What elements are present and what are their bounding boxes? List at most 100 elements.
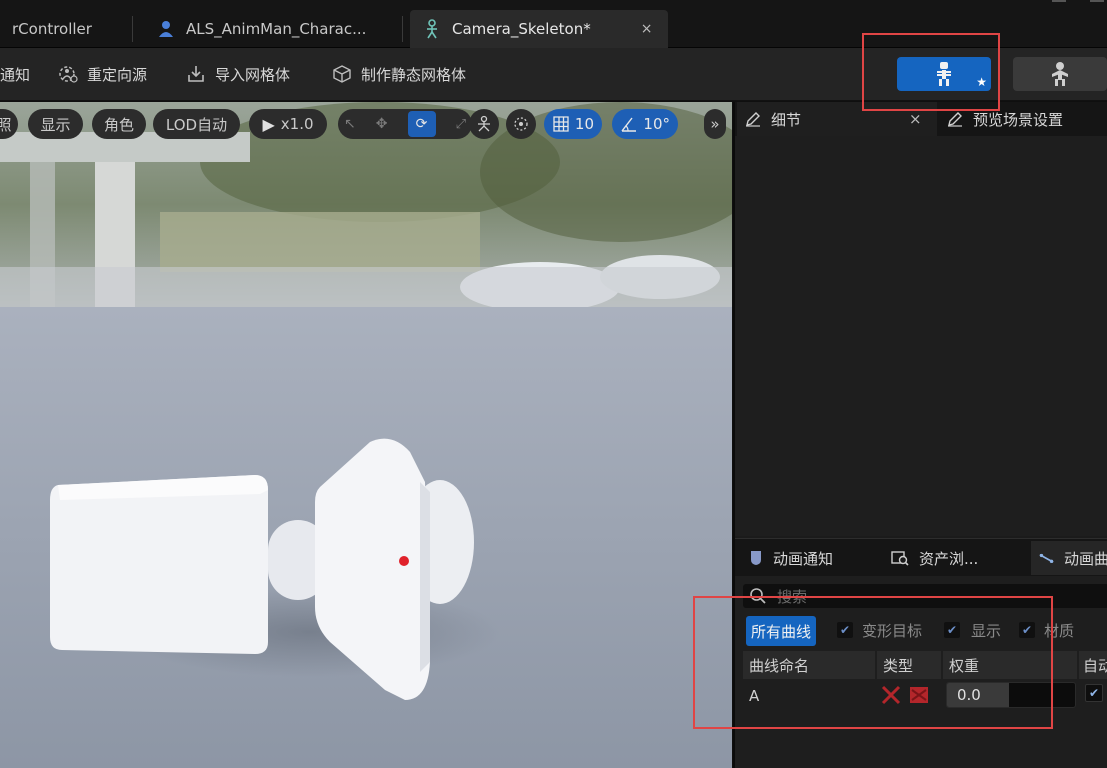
angle-snap-toggle[interactable]: 10°: [612, 109, 678, 139]
filter-morph-label: 变形目标: [862, 622, 923, 640]
import-mesh-label: 导入网格体: [215, 65, 291, 84]
surface-snap-button[interactable]: [506, 109, 536, 139]
close-icon[interactable]: ×: [909, 110, 922, 128]
weight-value: 0.0: [957, 686, 981, 704]
rotate-icon[interactable]: ⟳: [407, 111, 436, 137]
filter-morph-checkbox[interactable]: ✔: [837, 622, 853, 638]
move-icon[interactable]: ✥: [376, 116, 388, 132]
curve-icon: [1039, 553, 1054, 563]
retarget-source-button[interactable]: 重定向源: [58, 61, 147, 87]
lod-label: LOD自动: [165, 115, 228, 134]
curve-name: A: [749, 687, 760, 705]
skeletal-mesh-icon: [1052, 62, 1068, 86]
coordinate-space-button[interactable]: [469, 109, 499, 139]
details-tab-strip: 细节 × 预览场景设置: [735, 102, 1107, 136]
checkmark-icon: ✔: [1088, 686, 1100, 700]
search-box[interactable]: 搜索: [743, 584, 1107, 608]
character-menu-button[interactable]: 角色: [92, 109, 146, 139]
show-label: 显示: [40, 115, 71, 134]
angle-icon: [621, 117, 636, 132]
anim-notify-tab-label: 动画通知: [773, 549, 834, 568]
transform-tools-group: ↖ ✥ ⟳ ⤢: [338, 109, 472, 139]
make-static-mesh-label: 制作静态网格体: [361, 65, 467, 84]
filter-material-checkbox[interactable]: ✔: [1019, 622, 1035, 638]
column-header-weight[interactable]: 权重: [943, 651, 1077, 679]
retarget-source-label: 重定向源: [87, 65, 148, 84]
skeletal-mesh-mode-button[interactable]: [1013, 57, 1107, 91]
weight-input[interactable]: 0.0: [946, 682, 1076, 708]
character-icon: [159, 21, 173, 37]
preview-scene-tab-label: 预览场景设置: [973, 110, 1064, 129]
make-static-mesh-button[interactable]: 制作静态网格体: [332, 61, 466, 87]
tab-divider: [132, 16, 133, 42]
tab-label: ALS_AnimMan_Charac...: [186, 20, 367, 38]
tab-preview-scene-settings[interactable]: 预览场景设置: [939, 102, 1107, 136]
tab-camera-skeleton[interactable]: Camera_Skeleton* ×: [410, 10, 668, 48]
window-control-minimize-icon[interactable]: [1052, 0, 1066, 2]
close-icon[interactable]: ×: [641, 21, 653, 37]
show-menu-button[interactable]: 显示: [28, 109, 83, 139]
curve-type-icons: [881, 685, 928, 705]
shield-icon: [751, 551, 761, 565]
skeleton-mode-button[interactable]: ★: [897, 57, 991, 91]
grid-icon: [553, 116, 569, 132]
filter-all-curves-button[interactable]: 所有曲线: [746, 616, 817, 646]
notify-label: 通知: [0, 65, 31, 84]
tab-label: rController: [12, 20, 92, 38]
column-header-auto[interactable]: 自动: [1079, 651, 1107, 679]
chevron-right-icon: »: [710, 115, 720, 133]
column-header-type[interactable]: 类型: [877, 651, 941, 679]
tab-als-animman[interactable]: ALS_AnimMan_Charac...: [144, 10, 378, 48]
scale-icon[interactable]: ⤢: [456, 117, 466, 132]
tab-anim-notifies[interactable]: 动画通知: [741, 541, 841, 575]
notify-button[interactable]: 通知: [0, 61, 30, 87]
filter-all-label: 所有曲线: [751, 622, 812, 641]
camera-view-button[interactable]: 照: [0, 109, 18, 139]
lod-menu-button[interactable]: LOD自动: [153, 109, 240, 139]
import-icon: [188, 66, 204, 82]
retarget-icon: [59, 66, 78, 83]
filter-show-checkbox[interactable]: ✔: [944, 622, 960, 638]
column-name-label: 曲线命名: [749, 656, 810, 675]
filter-show-label: 显示: [971, 622, 1002, 640]
import-mesh-button[interactable]: 导入网格体: [186, 61, 290, 87]
checkmark-icon: ✔: [839, 623, 851, 637]
camera-view-label: 照: [0, 115, 12, 134]
preview-viewport[interactable]: 照 显示 角色 LOD自动 ▶ x1.0 ↖ ✥ ⟳ ⤢ 10 10° »: [0, 102, 732, 768]
tab-anim-curves[interactable]: 动画曲: [1031, 541, 1107, 575]
static-mesh-icon: [333, 65, 351, 83]
column-header-name[interactable]: 曲线命名: [743, 651, 875, 679]
select-arrow-icon[interactable]: ↖: [344, 116, 356, 132]
play-icon: ▶: [262, 114, 275, 134]
auto-checkbox[interactable]: ✔: [1085, 684, 1103, 702]
window-control-maximize-icon[interactable]: [1090, 0, 1104, 2]
viewport-scene: [0, 102, 732, 768]
skeleton-space-icon: [478, 115, 490, 132]
right-panel: 细节 × 预览场景设置 动画通知 资产浏... 动画曲 搜索 所有曲线 ✔ 变形…: [733, 102, 1107, 768]
filter-material-label: 材质: [1044, 622, 1075, 640]
playback-speed-button[interactable]: ▶ x1.0: [249, 109, 327, 139]
skeleton-icon: [937, 62, 951, 86]
anim-tab-strip: 动画通知 资产浏... 动画曲: [735, 538, 1107, 576]
checkmark-icon: ✔: [946, 623, 958, 637]
character-label: 角色: [103, 115, 134, 134]
search-placeholder: 搜索: [777, 587, 808, 606]
snap-icon: [514, 117, 528, 131]
asset-toolbar: 通知 重定向源 导入网格体 制作静态网格体 ★: [0, 48, 1107, 101]
bone-marker[interactable]: [399, 556, 409, 566]
column-weight-label: 权重: [949, 656, 980, 675]
grid-snap-value: 10: [574, 115, 594, 133]
tab-controller[interactable]: rController: [0, 10, 104, 48]
more-options-button[interactable]: »: [704, 109, 726, 139]
grid-snap-toggle[interactable]: 10: [544, 109, 602, 139]
column-auto-label: 自动: [1083, 656, 1107, 675]
checkmark-icon: ✔: [1021, 623, 1033, 637]
asset-browser-icon: [891, 551, 909, 566]
angle-snap-value: 10°: [643, 115, 670, 133]
tab-asset-browser[interactable]: 资产浏...: [883, 541, 986, 575]
column-type-label: 类型: [883, 656, 914, 675]
pencil-icon: [948, 112, 962, 127]
tab-details[interactable]: 细节 ×: [737, 102, 937, 136]
anim-curves-panel: 搜索 所有曲线 ✔ 变形目标 ✔ 显示 ✔ 材质 曲线命名 类型 权重 自动 A…: [735, 576, 1107, 768]
playback-speed-label: x1.0: [280, 115, 314, 133]
